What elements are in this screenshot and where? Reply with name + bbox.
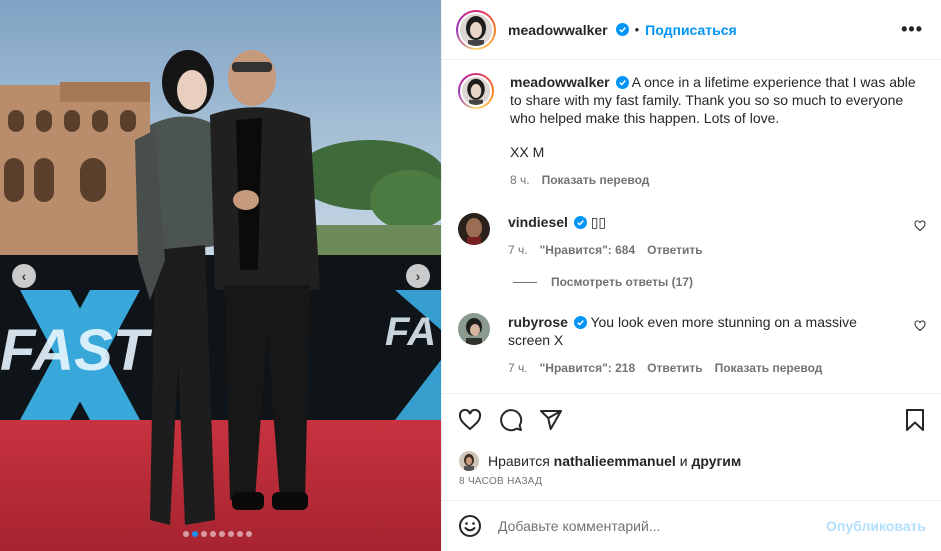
carousel-dot bbox=[237, 531, 243, 537]
comment-likes[interactable]: "Нравится": 218 bbox=[540, 359, 636, 377]
carousel-dot bbox=[219, 531, 225, 537]
comment-time[interactable]: 7 ч. bbox=[508, 359, 528, 377]
bookmark-icon[interactable] bbox=[903, 408, 927, 432]
carousel-indicator bbox=[183, 531, 252, 537]
comment-avatar[interactable] bbox=[458, 213, 490, 245]
translate-button[interactable]: Показать перевод bbox=[542, 171, 650, 189]
separator-dot: • bbox=[634, 22, 640, 37]
likes-connector: и bbox=[679, 453, 688, 469]
post-dialog: FAST FA ‹ › meadowwalker • Подписаться •… bbox=[0, 0, 941, 551]
more-dots-icon[interactable]: ••• bbox=[901, 20, 923, 38]
comments-list[interactable]: meadowwalker A once in a lifetime experi… bbox=[442, 61, 941, 393]
carousel-dot bbox=[201, 531, 207, 537]
author-username[interactable]: meadowwalker bbox=[508, 22, 608, 38]
comment-input[interactable] bbox=[498, 518, 818, 534]
svg-text:FA: FA bbox=[385, 310, 436, 354]
carousel-next-button[interactable]: › bbox=[406, 264, 430, 288]
liker-username[interactable]: nathalieemmanuel bbox=[554, 453, 676, 469]
reply-button[interactable]: Ответить bbox=[647, 359, 702, 377]
follow-button[interactable]: Подписаться bbox=[645, 22, 737, 38]
post-media[interactable]: FAST FA ‹ › bbox=[0, 0, 441, 551]
like-comment-heart-icon[interactable] bbox=[914, 220, 926, 232]
carousel-dot bbox=[183, 531, 189, 537]
post-timestamp[interactable]: 8 ЧАСОВ НАЗАД bbox=[459, 476, 542, 487]
like-comment-heart-icon[interactable] bbox=[914, 320, 926, 332]
post-header: meadowwalker • Подписаться ••• bbox=[442, 0, 941, 60]
share-icon[interactable] bbox=[539, 408, 563, 432]
avatar-image bbox=[462, 77, 490, 105]
action-bar bbox=[442, 393, 941, 445]
comment-author[interactable]: rubyrose bbox=[508, 314, 568, 330]
caption-signoff: XX M bbox=[510, 144, 545, 160]
chevron-right-icon: › bbox=[415, 268, 421, 284]
view-replies-label: Посмотреть ответы (17) bbox=[551, 275, 693, 289]
translate-button[interactable]: Показать перевод bbox=[715, 359, 823, 377]
view-replies-button[interactable]: Посмотреть ответы (17) bbox=[513, 275, 693, 289]
caption-author[interactable]: meadowwalker bbox=[510, 74, 610, 90]
comment-avatar[interactable] bbox=[458, 313, 490, 345]
carousel-dot bbox=[246, 531, 252, 537]
comment-icon[interactable] bbox=[499, 408, 523, 432]
carousel-dot bbox=[210, 531, 216, 537]
add-comment-bar: Опубликовать bbox=[442, 500, 941, 551]
verified-badge-icon bbox=[615, 23, 629, 36]
carousel-dot bbox=[228, 531, 234, 537]
carousel-dot bbox=[192, 531, 198, 537]
carousel-prev-button[interactable]: ‹ bbox=[12, 264, 36, 288]
likes-prefix: Нравится bbox=[488, 453, 550, 469]
verified-badge-icon bbox=[573, 216, 587, 229]
post-comment-button[interactable]: Опубликовать bbox=[826, 518, 926, 534]
post-photo: FAST FA bbox=[0, 0, 441, 551]
likes-summary: Нравится nathalieemmanuel и другим bbox=[459, 451, 741, 471]
chevron-left-icon: ‹ bbox=[21, 268, 27, 284]
post-panel: meadowwalker • Подписаться ••• meadowwal… bbox=[441, 0, 941, 551]
comment-text: ▯▯ bbox=[590, 214, 607, 230]
emoji-icon[interactable] bbox=[458, 514, 482, 538]
backdrop-logo-left: FAST bbox=[0, 318, 153, 383]
liker-avatar[interactable] bbox=[459, 451, 479, 471]
reply-button[interactable]: Ответить bbox=[647, 241, 702, 259]
comment-item: rubyrose You look even more stunning on … bbox=[458, 313, 926, 377]
verified-badge-icon bbox=[615, 76, 629, 89]
avatar-image bbox=[458, 313, 490, 345]
avatar-image bbox=[458, 213, 490, 245]
verified-badge-icon bbox=[573, 316, 587, 329]
divider-line bbox=[513, 281, 537, 283]
avatar-image bbox=[460, 13, 492, 46]
author-avatar[interactable] bbox=[456, 9, 496, 50]
caption-avatar[interactable] bbox=[458, 73, 494, 109]
comment-author[interactable]: vindiesel bbox=[508, 214, 568, 230]
comment-likes[interactable]: "Нравится": 684 bbox=[540, 241, 636, 259]
heart-icon[interactable] bbox=[458, 408, 482, 432]
avatar-image bbox=[459, 451, 479, 471]
likes-others-link[interactable]: другим bbox=[691, 453, 741, 469]
comment-time[interactable]: 7 ч. bbox=[508, 241, 528, 259]
caption: meadowwalker A once in a lifetime experi… bbox=[458, 73, 926, 189]
caption-time[interactable]: 8 ч. bbox=[510, 171, 530, 189]
comment-item: vindiesel ▯▯ 7 ч. "Нравится": 684 Ответи… bbox=[458, 213, 926, 259]
